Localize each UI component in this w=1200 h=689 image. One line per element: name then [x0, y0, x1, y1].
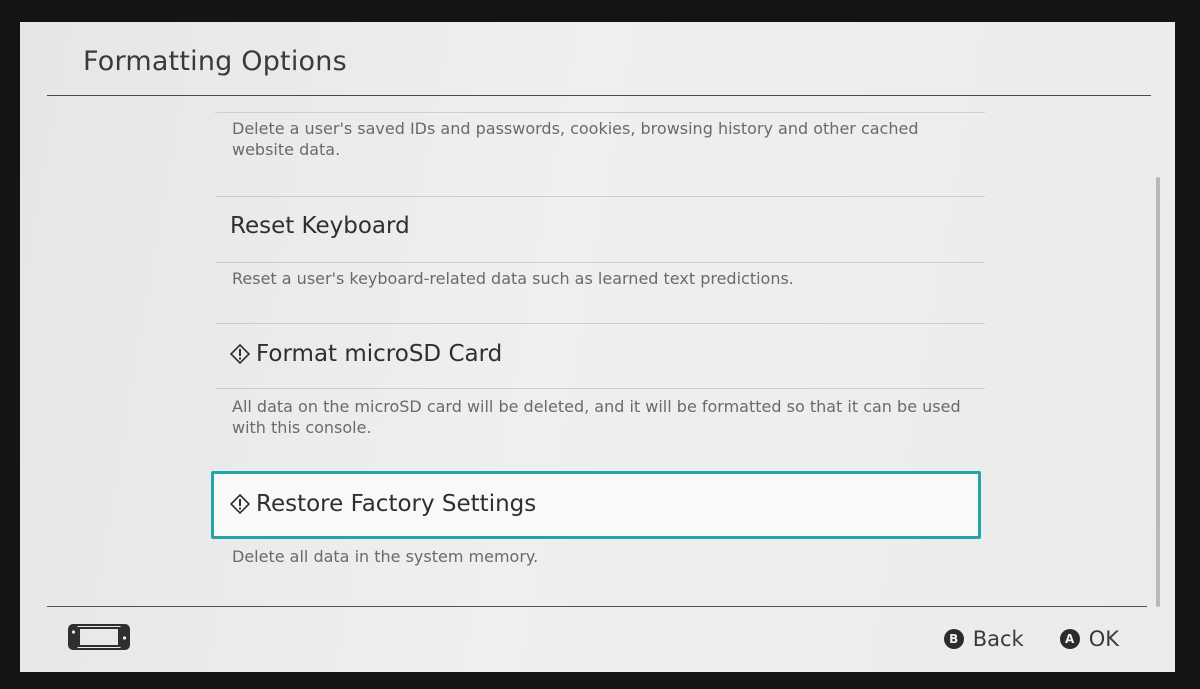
item-description-restore-factory: Delete all data in the system memory. — [232, 547, 539, 566]
list-divider — [215, 196, 985, 197]
option-title: Reset Keyboard — [230, 213, 410, 239]
scrollbar[interactable] — [1156, 177, 1160, 607]
page-title: Formatting Options — [83, 46, 347, 77]
list-divider — [215, 323, 985, 324]
header-divider — [47, 95, 1151, 96]
item-description-clear-data: Delete a user's saved IDs and passwords,… — [232, 119, 919, 159]
warning-diamond-icon — [230, 344, 250, 364]
ok-button[interactable]: A OK — [1059, 627, 1119, 651]
option-format-microsd[interactable]: Format microSD Card — [230, 341, 502, 367]
list-divider — [215, 112, 985, 113]
footer-actions: B Back A OK — [908, 627, 1119, 651]
back-label: Back — [972, 627, 1024, 651]
list-divider — [215, 262, 985, 263]
a-button-icon: A — [1059, 629, 1080, 649]
list-divider — [215, 388, 985, 389]
warning-diamond-icon — [230, 494, 250, 514]
item-description-reset-keyboard: Reset a user's keyboard-related data suc… — [232, 269, 794, 288]
option-reset-keyboard[interactable]: Reset Keyboard — [230, 213, 410, 239]
ok-label: OK — [1088, 627, 1119, 651]
console-handheld-icon — [68, 624, 130, 654]
option-title: Format microSD Card — [256, 341, 503, 367]
item-description-format-microsd: All data on the microSD card will be del… — [232, 397, 961, 437]
option-restore-factory-settings-label[interactable]: Restore Factory Settings — [230, 491, 536, 517]
b-button-icon: B — [943, 629, 964, 649]
formatting-options-screen: Formatting Options Delete a user's saved… — [20, 22, 1175, 672]
option-title: Restore Factory Settings — [256, 491, 537, 517]
back-button[interactable]: B Back — [943, 627, 1024, 651]
footer-divider — [47, 606, 1147, 607]
